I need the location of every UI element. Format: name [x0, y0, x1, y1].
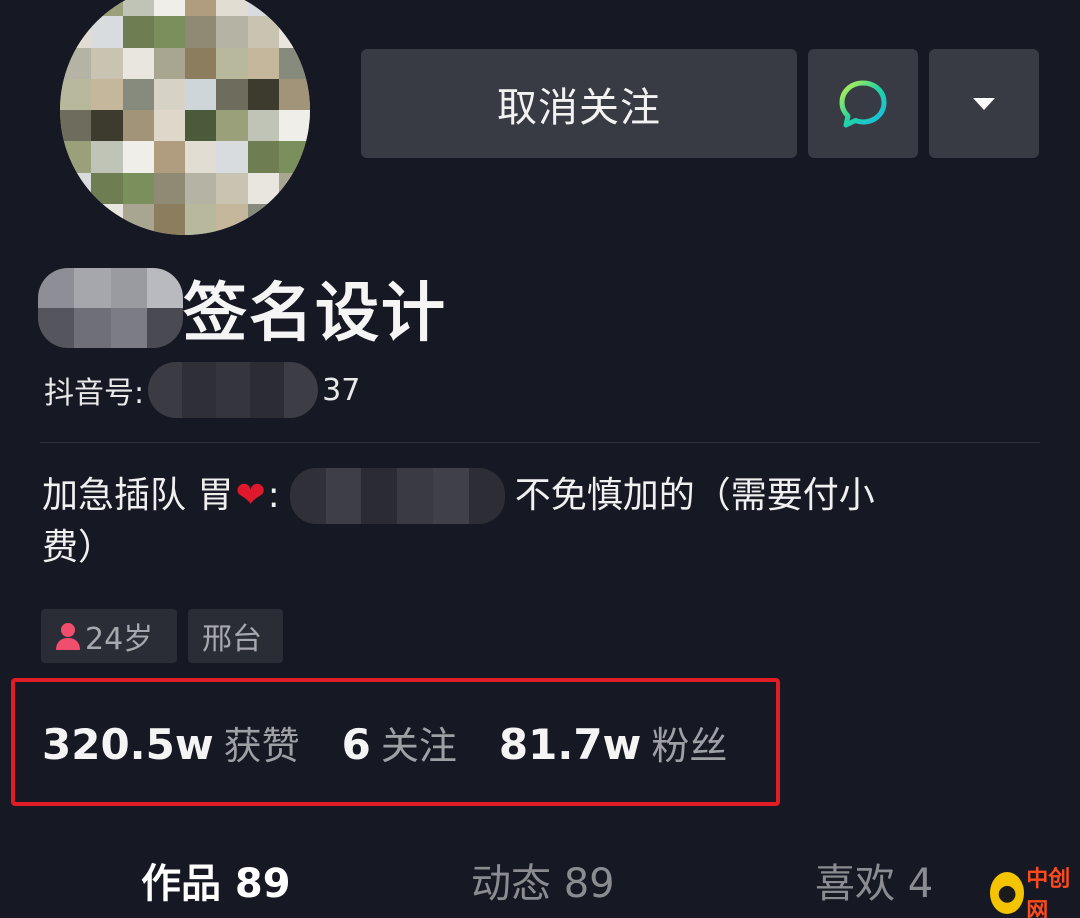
followers-count[interactable]: 81.7w	[499, 720, 641, 769]
watermark-logo: ● 中创网	[990, 867, 1080, 918]
watermark-text: 中创网	[1026, 867, 1071, 918]
likes-label: 获赞	[223, 724, 300, 768]
stats-row: 320.5w 获赞 6 关注 81.7w 粉丝	[42, 715, 727, 771]
unfollow-button[interactable]: 取消关注	[361, 49, 797, 158]
age-tag: 24岁	[41, 609, 177, 663]
blurred-name-part	[38, 268, 183, 348]
divider	[40, 442, 1040, 443]
blurred-contact	[289, 468, 505, 524]
heart-icon: ❤	[235, 475, 266, 516]
film-reel-icon: ●	[990, 872, 1025, 914]
caret-down-icon	[973, 97, 995, 110]
douyin-id: 抖音号: 37	[44, 362, 361, 418]
tab-likes[interactable]: 喜欢 4	[815, 852, 933, 908]
bio-colon: :	[267, 475, 280, 516]
avatar[interactable]	[60, 0, 310, 235]
followers-label[interactable]: 粉丝	[651, 715, 727, 770]
chat-bubble-icon	[839, 80, 887, 127]
bio-text-c: 费）	[42, 527, 115, 568]
blurred-id	[148, 362, 319, 418]
profile-name-text: 签名设计	[183, 277, 447, 351]
unfollow-label: 取消关注	[497, 84, 661, 131]
tab-feed[interactable]: 动态 89	[471, 852, 615, 908]
profile-name: 签名设计	[38, 258, 447, 358]
bio-text-b: 不免慎加的（需要付小	[514, 475, 875, 516]
more-options-button[interactable]	[929, 49, 1039, 158]
message-button[interactable]	[808, 49, 918, 158]
bio-text-a: 加急插队 胃	[42, 475, 234, 516]
douyin-id-label: 抖音号:	[44, 376, 145, 411]
profile-bio: 加急插队 胃 ❤ : 不免慎加的（需要付小 费）	[42, 468, 1002, 574]
female-user-icon	[56, 623, 80, 650]
douyin-id-suffix: 37	[322, 372, 361, 408]
likes-count: 320.5w	[42, 720, 214, 769]
city-label: 邢台	[202, 622, 262, 657]
following-label[interactable]: 关注	[381, 715, 457, 770]
tab-works[interactable]: 作品 89	[141, 852, 291, 908]
following-count[interactable]: 6	[342, 720, 371, 769]
city-tag: 邢台	[188, 609, 283, 663]
age-label: 24岁	[85, 622, 154, 657]
